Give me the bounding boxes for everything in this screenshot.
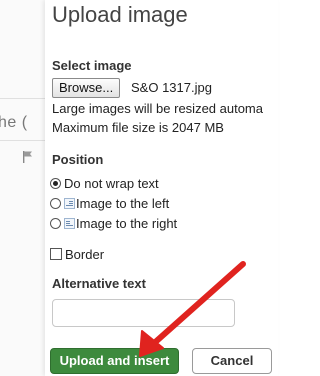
- radio-button[interactable]: [50, 218, 61, 229]
- max-size-help-text: Maximum file size is 2047 MB: [52, 120, 224, 135]
- browse-button[interactable]: Browse...: [52, 78, 121, 98]
- radio-label: Do not wrap text: [64, 176, 159, 191]
- background-text: he (: [0, 114, 28, 131]
- radio-button-selected[interactable]: [50, 178, 61, 189]
- wrap-right-icon: [64, 218, 75, 229]
- divider: [0, 98, 45, 99]
- select-image-label: Select image: [52, 58, 132, 73]
- radio-label: Image to the right: [76, 216, 178, 231]
- radio-label: Image to the left: [76, 196, 170, 211]
- wrap-left-icon: [64, 198, 75, 209]
- border-label: Border: [65, 247, 105, 262]
- page-backdrop: he (: [0, 0, 45, 376]
- upload-and-insert-button[interactable]: Upload and insert: [50, 348, 179, 374]
- resize-help-text: Large images will be resized automa: [52, 101, 263, 116]
- radio-button[interactable]: [50, 198, 61, 209]
- alt-text-label: Alternative text: [52, 276, 146, 291]
- radio-image-right[interactable]: Image to the right: [50, 216, 177, 234]
- upload-image-dialog: Upload image Select image Browse... S&O …: [45, 0, 278, 376]
- alt-text-input[interactable]: [52, 299, 235, 327]
- dialog-title: Upload image: [52, 2, 188, 27]
- divider: [0, 140, 45, 141]
- radio-no-wrap[interactable]: Do not wrap text: [50, 176, 159, 194]
- border-checkbox[interactable]: [50, 248, 62, 260]
- position-label: Position: [52, 152, 104, 167]
- cancel-button[interactable]: Cancel: [192, 348, 272, 374]
- selected-file-name: S&O 1317.jpg: [131, 80, 212, 95]
- flag-icon[interactable]: [22, 150, 34, 164]
- radio-image-left[interactable]: Image to the left: [50, 196, 169, 214]
- border-checkbox-row[interactable]: Border: [50, 247, 104, 262]
